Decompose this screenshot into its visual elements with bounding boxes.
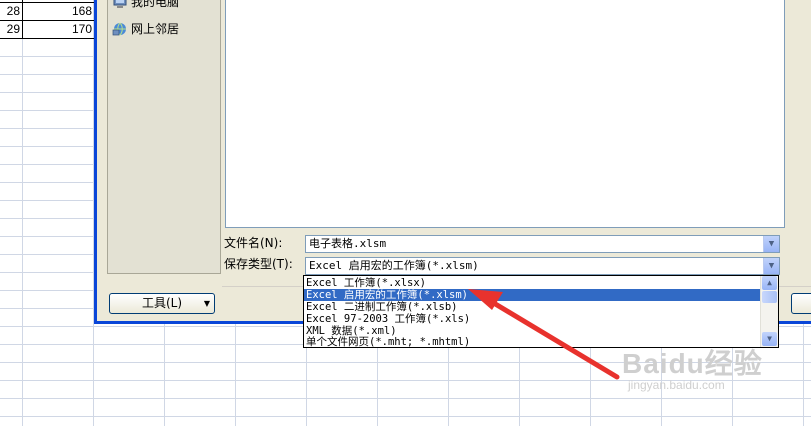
watermark-brand: Baidu经验 [622,348,763,379]
watermark: Baidu经验 jingyan.baidu.com [622,342,763,392]
